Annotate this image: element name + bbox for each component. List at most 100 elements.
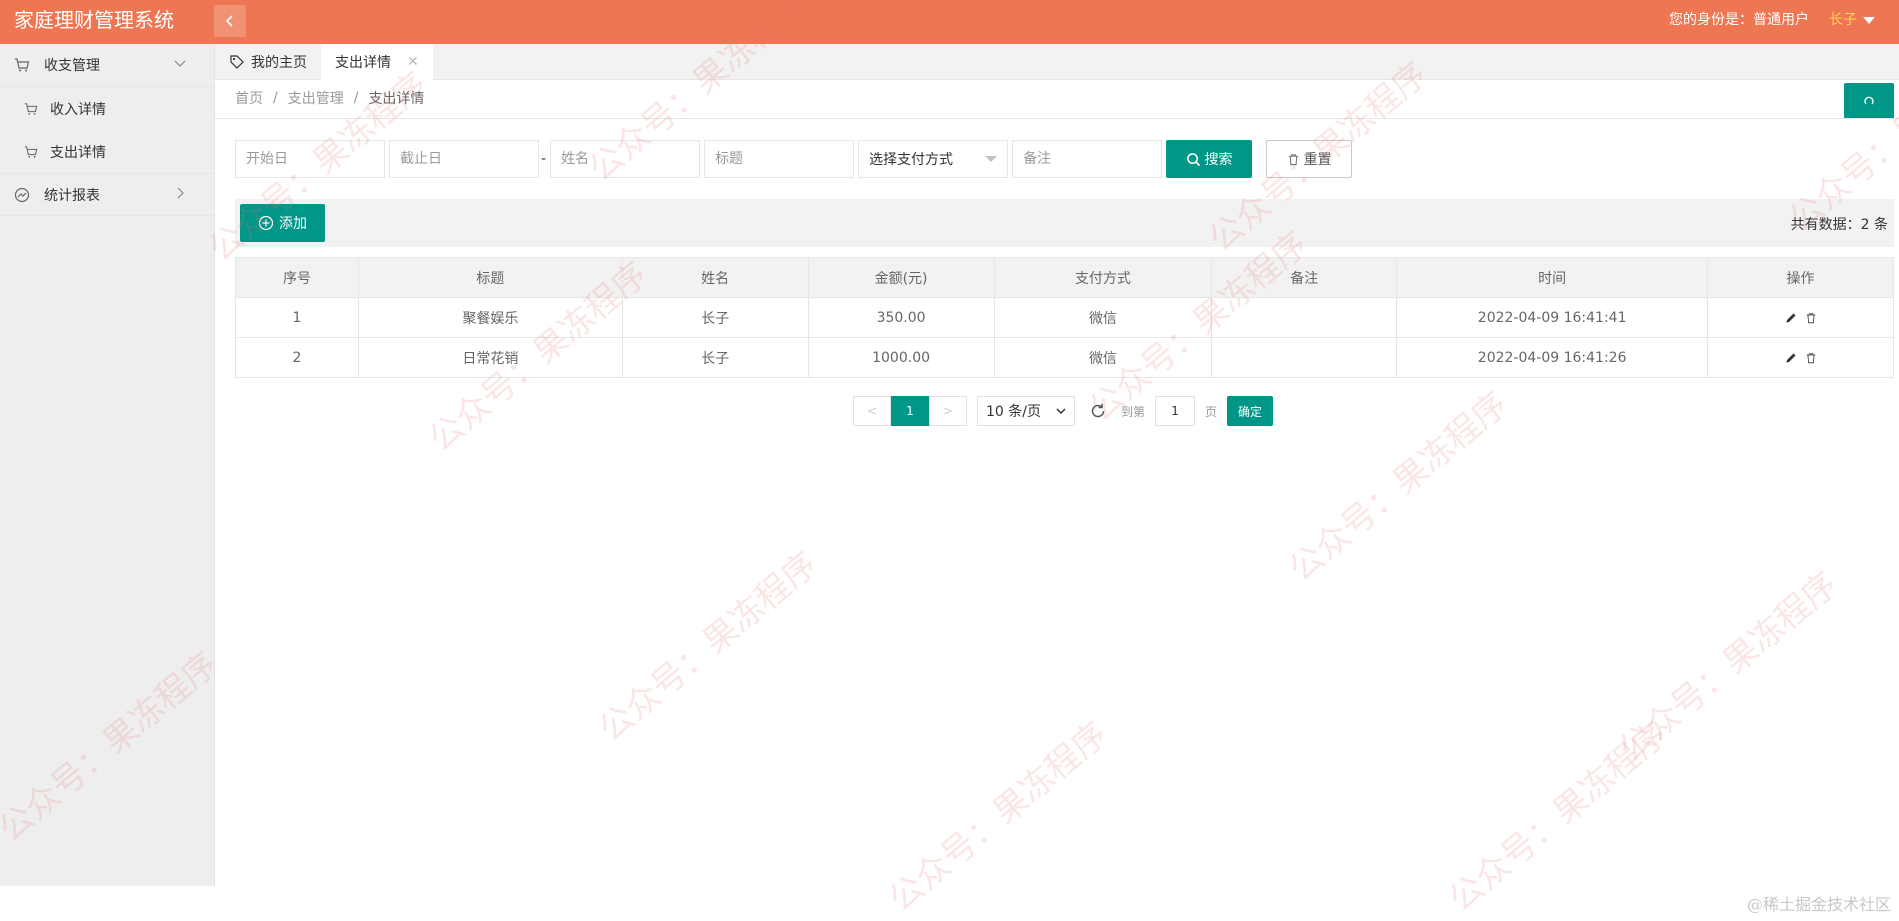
column-header: 序号 xyxy=(235,257,359,298)
breadcrumb-separator: / xyxy=(273,90,278,106)
breadcrumb-item[interactable]: 首页 xyxy=(235,88,263,108)
cell-amount: 1000.00 xyxy=(807,337,995,378)
reset-button-label: 重置 xyxy=(1303,152,1332,168)
date-range-dash: - xyxy=(541,151,547,167)
column-header: 姓名 xyxy=(621,257,809,298)
cart-icon xyxy=(24,102,38,116)
page-size-select[interactable]: 10 条/页 xyxy=(977,396,1075,426)
cell-note xyxy=(1211,337,1398,378)
tag-icon xyxy=(230,55,244,69)
search-form: - 选择支付方式 搜索 重置 xyxy=(235,140,1353,178)
title-input[interactable] xyxy=(704,140,855,178)
breadcrumb-divider xyxy=(215,118,1899,119)
next-page-button[interactable]: > xyxy=(929,396,967,426)
sidebar-toggle-button[interactable] xyxy=(214,5,246,37)
column-header: 标题 xyxy=(357,257,623,298)
tab-expense-detail[interactable]: 支出详情 ✕ xyxy=(321,44,433,80)
name-input[interactable] xyxy=(550,140,701,178)
plus-circle-icon xyxy=(258,215,274,231)
tab-bar: 我的主页 支出详情 ✕ xyxy=(215,44,1899,80)
search-button[interactable]: 搜索 xyxy=(1166,140,1253,178)
cart-icon xyxy=(24,145,38,159)
end-date-input[interactable] xyxy=(389,140,539,178)
goto-confirm-button[interactable]: 确定 xyxy=(1227,396,1274,426)
sidebar-group-label: 统计报表 xyxy=(44,187,100,204)
page-unit-label: 页 xyxy=(1205,404,1218,419)
chart-circle-icon xyxy=(14,187,30,203)
cell-name: 长子 xyxy=(621,337,809,378)
column-header: 操作 xyxy=(1707,257,1894,298)
page-refresh-button[interactable] xyxy=(1844,83,1894,119)
watermark: 公众号：果冻程序 xyxy=(1611,564,1846,770)
chevron-down-icon xyxy=(1056,408,1066,415)
cell-title: 聚餐娱乐 xyxy=(357,297,623,338)
cell-payment: 微信 xyxy=(993,297,1213,338)
watermark: 公众号：果冻程序 xyxy=(881,714,1116,920)
table-row: 1 聚餐娱乐 长子 350.00 微信 2022-04-09 16:41:41 xyxy=(235,297,1894,338)
delete-icon[interactable] xyxy=(1805,312,1817,324)
breadcrumb: 首页 / 支出管理 / 支出详情 xyxy=(235,88,424,108)
sidebar-group-income-expense[interactable]: 收支管理 xyxy=(0,44,214,87)
sidebar-group-statistics[interactable]: 统计报表 xyxy=(0,173,214,216)
sidebar-group-label: 收支管理 xyxy=(44,58,100,74)
tab-label: 支出详情 xyxy=(335,55,391,71)
search-button-label: 搜索 xyxy=(1204,152,1233,168)
chevron-right-icon xyxy=(177,187,184,199)
pagination-refresh-icon[interactable] xyxy=(1089,402,1107,420)
sidebar-item-label: 收入详情 xyxy=(50,101,106,118)
user-name: 长子 xyxy=(1829,12,1857,28)
breadcrumb-item[interactable]: 支出管理 xyxy=(288,88,344,108)
column-header: 金额(元) xyxy=(807,257,995,298)
current-page[interactable]: 1 xyxy=(891,396,929,426)
caret-down-icon xyxy=(985,156,998,162)
breadcrumb-current: 支出详情 xyxy=(368,91,425,107)
watermark: 公众号：果冻程序 xyxy=(591,544,826,750)
cell-title: 日常花销 xyxy=(357,337,623,378)
table-header-row: 序号 标题 姓名 金额(元) 支付方式 备注 时间 操作 xyxy=(235,257,1894,298)
search-icon xyxy=(1186,152,1200,166)
total-count: 共有数据：2 条 xyxy=(1790,217,1888,233)
sidebar-item-label: 支出详情 xyxy=(50,144,106,161)
user-menu[interactable]: 长子 xyxy=(1829,0,1875,40)
column-header: 时间 xyxy=(1396,257,1709,298)
column-header: 备注 xyxy=(1211,257,1398,298)
caret-down-icon xyxy=(1863,16,1875,24)
goto-label: 到第 xyxy=(1121,404,1146,419)
cell-time: 2022-04-09 16:41:41 xyxy=(1396,297,1709,338)
chevron-down-icon xyxy=(174,60,186,67)
identity-label: 您的身份是：普通用户 xyxy=(1669,12,1809,28)
sidebar: 收支管理 收入详情 支出详情 统计报表 xyxy=(0,44,215,886)
column-header: 支付方式 xyxy=(993,257,1213,298)
add-button[interactable]: 添加 xyxy=(240,204,325,242)
expense-table: 序号 标题 姓名 金额(元) 支付方式 备注 时间 操作 1 聚餐娱乐 长子 3… xyxy=(235,257,1894,378)
watermark: 公众号：果冻程序 xyxy=(1441,714,1676,920)
payment-method-value: 选择支付方式 xyxy=(869,152,954,168)
tab-my-home[interactable]: 我的主页 xyxy=(215,44,321,80)
sidebar-item-income-detail[interactable]: 收入详情 xyxy=(0,87,214,130)
cell-ops xyxy=(1707,297,1894,338)
delete-icon[interactable] xyxy=(1805,352,1817,364)
note-input[interactable] xyxy=(1012,140,1163,178)
cart-icon xyxy=(14,57,30,73)
table-toolbar: 添加 共有数据：2 条 xyxy=(235,199,1894,247)
prev-page-button[interactable]: < xyxy=(853,396,891,426)
edit-icon[interactable] xyxy=(1785,312,1797,324)
footer-watermark: @稀土掘金技术社区 xyxy=(1746,895,1891,914)
cell-payment: 微信 xyxy=(993,337,1213,378)
sidebar-item-expense-detail[interactable]: 支出详情 xyxy=(0,130,214,173)
refresh-icon xyxy=(1864,96,1874,105)
edit-icon[interactable] xyxy=(1785,352,1797,364)
tab-label: 我的主页 xyxy=(251,55,307,71)
cell-time: 2022-04-09 16:41:26 xyxy=(1396,337,1709,378)
top-header: 家庭理财管理系统 您的身份是：普通用户 长子 xyxy=(0,0,1899,44)
watermark: 公众号：果冻程序 xyxy=(1281,384,1516,590)
close-icon[interactable]: ✕ xyxy=(407,54,419,70)
goto-page-input[interactable] xyxy=(1155,396,1196,426)
cell-note xyxy=(1211,297,1398,338)
add-button-label: 添加 xyxy=(279,216,307,232)
payment-method-select[interactable]: 选择支付方式 xyxy=(858,140,1009,178)
cell-name: 长子 xyxy=(621,297,809,338)
start-date-input[interactable] xyxy=(235,140,385,178)
reset-button[interactable]: 重置 xyxy=(1266,140,1353,178)
pagination: < 1 > 10 条/页 到第 页 确定 xyxy=(853,396,1274,426)
